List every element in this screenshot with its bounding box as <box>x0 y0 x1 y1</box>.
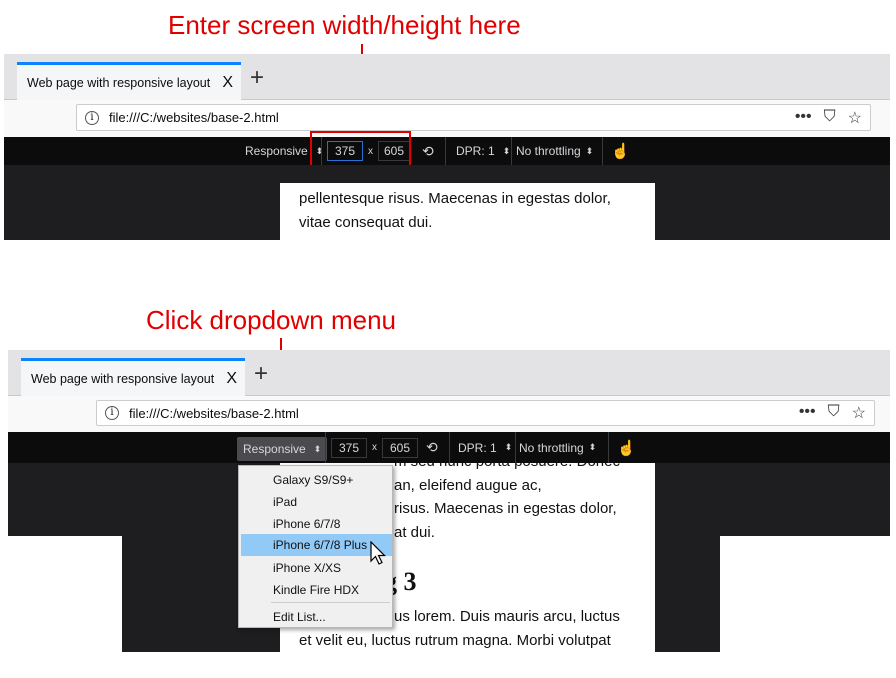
throttling-select[interactable]: No throttling ⬍ <box>516 137 593 165</box>
select-arrows-icon: ⬍ <box>313 443 322 454</box>
device-label: Responsive <box>245 144 308 158</box>
rotate-icon[interactable]: ⟲ <box>422 137 434 165</box>
address-bar[interactable]: i file:///C:/websites/base-2.html ••• ⛉ ☆ <box>96 400 875 426</box>
info-icon[interactable]: i <box>105 406 119 420</box>
mouse-cursor-icon <box>370 541 386 565</box>
responsive-toolbar: Responsive ⬍ 375 x 605 ⟲ DPR: 1 ⬍ No throt… <box>4 137 890 165</box>
more-icon[interactable]: ••• <box>795 108 812 128</box>
times-label: x <box>372 442 377 453</box>
dpr-select[interactable]: DPR: 1 ⬍ <box>458 432 512 463</box>
browser-tab[interactable]: Web page with responsive layout X <box>21 358 245 396</box>
text-line: risus. Maecenas in egestas dolor, <box>394 500 617 517</box>
touch-simulation-icon[interactable]: ☝ <box>617 432 636 463</box>
menu-separator <box>271 602 390 603</box>
new-tab-button[interactable]: + <box>254 360 268 388</box>
text-line: at dui. <box>394 524 435 541</box>
text-line: vitae consequat dui. <box>299 214 433 231</box>
text-line: us lorem. Duis mauris arcu, luctus <box>394 608 620 625</box>
menu-item-kindle[interactable]: Kindle Fire HDX <box>239 579 392 601</box>
browser-tab[interactable]: Web page with responsive layout X <box>17 62 241 100</box>
pocket-icon[interactable]: ⛉ <box>824 108 836 128</box>
tab-title: Web page with responsive layout <box>27 75 211 90</box>
menu-item-edit-list[interactable]: Edit List... <box>239 606 392 628</box>
text-line: pellentesque risus. Maecenas in egestas … <box>299 190 611 207</box>
more-icon[interactable]: ••• <box>799 403 816 423</box>
menu-item-ipad[interactable]: iPad <box>239 491 392 513</box>
address-bar[interactable]: i file:///C:/websites/base-2.html ••• ⛉ ☆ <box>76 104 871 131</box>
annotation-enter-size: Enter screen width/height here <box>168 10 521 40</box>
pocket-icon[interactable]: ⛉ <box>828 403 840 423</box>
device-select[interactable]: Responsive ⬍ <box>237 437 328 461</box>
close-tab-icon[interactable]: X <box>222 74 233 92</box>
width-input[interactable]: 375 <box>331 437 367 458</box>
height-input[interactable]: 605 <box>382 437 418 458</box>
bookmark-star-icon[interactable]: ☆ <box>848 108 862 128</box>
close-tab-icon[interactable]: X <box>226 370 237 388</box>
highlight-box <box>310 131 411 169</box>
tab-title: Web page with responsive layout <box>31 371 215 386</box>
responsive-toolbar: Responsive ⬍ 375 x 605 ⟲ DPR: 1 ⬍ No throt… <box>8 432 890 463</box>
rotate-icon[interactable]: ⟲ <box>426 432 438 463</box>
device-label: Responsive <box>243 442 306 456</box>
text-line: an, eleifend augue ac, <box>394 477 542 494</box>
text-line: et velit eu, luctus rutrum magna. Morbi … <box>299 632 611 649</box>
dpr-select[interactable]: DPR: 1 ⬍ <box>456 137 510 165</box>
page-content: pellentesque risus. Maecenas in egestas … <box>280 183 655 240</box>
annotation-click-dropdown: Click dropdown menu <box>146 305 397 335</box>
text-line: m sed nunc porta posuere. Donec <box>394 462 620 474</box>
throttling-select[interactable]: No throttling ⬍ <box>519 432 596 463</box>
url-text: file:///C:/websites/base-2.html <box>109 110 279 125</box>
touch-simulation-icon[interactable]: ☝ <box>611 137 630 165</box>
info-icon[interactable]: i <box>85 110 99 125</box>
url-text: file:///C:/websites/base-2.html <box>129 405 299 421</box>
bookmark-star-icon[interactable]: ☆ <box>852 403 866 423</box>
menu-item-galaxy[interactable]: Galaxy S9/S9+ <box>239 469 392 491</box>
new-tab-button[interactable]: + <box>250 64 264 92</box>
menu-item-iphone-678[interactable]: iPhone 6/7/8 <box>239 513 392 535</box>
